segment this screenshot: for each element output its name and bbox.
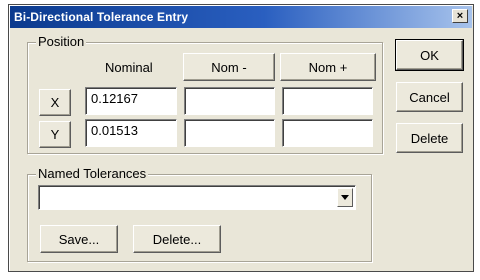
close-icon: × — [456, 10, 464, 22]
delete-named-label: Delete... — [152, 231, 202, 247]
ok-button[interactable]: OK — [395, 39, 464, 71]
delete-button[interactable]: Delete — [396, 123, 463, 153]
nom-plus-label: Nom + — [308, 59, 348, 75]
x-nom-minus-field[interactable] — [184, 87, 275, 115]
position-group-label: Position — [36, 34, 87, 49]
cancel-label: Cancel — [409, 89, 450, 105]
nom-plus-header-button[interactable]: Nom + — [280, 53, 376, 81]
close-button[interactable]: × — [452, 9, 468, 23]
chevron-down-icon — [341, 195, 349, 200]
axis-y-button[interactable]: Y — [39, 121, 71, 148]
x-nom-plus-field[interactable] — [282, 87, 373, 115]
delete-named-button[interactable]: Delete... — [133, 225, 221, 253]
save-named-label: Save... — [58, 231, 100, 247]
nom-minus-header-button[interactable]: Nom - — [183, 53, 275, 81]
nominal-header: Nominal — [105, 60, 153, 75]
dropdown-arrow[interactable] — [337, 188, 353, 207]
named-tolerances-label: Named Tolerances — [36, 166, 149, 181]
axis-y-label: Y — [50, 127, 60, 142]
named-tolerances-select[interactable] — [38, 185, 356, 210]
y-nom-plus-field[interactable] — [282, 119, 373, 147]
cancel-button[interactable]: Cancel — [396, 82, 463, 112]
axis-x-label: X — [50, 95, 60, 110]
y-nominal-field[interactable]: 0.01513 — [85, 119, 177, 147]
title-bar[interactable]: Bi-Directional Tolerance Entry × — [10, 6, 472, 28]
delete-label: Delete — [410, 130, 449, 146]
nom-minus-label: Nom - — [211, 59, 247, 75]
ok-label: OK — [420, 47, 439, 63]
axis-x-button[interactable]: X — [39, 89, 71, 116]
y-nom-minus-field[interactable] — [184, 119, 275, 147]
save-named-button[interactable]: Save... — [40, 225, 118, 253]
tolerance-dialog: Bi-Directional Tolerance Entry × Positio… — [8, 4, 474, 272]
window-title: Bi-Directional Tolerance Entry — [14, 10, 189, 24]
x-nominal-field[interactable]: 0.12167 — [85, 87, 177, 115]
